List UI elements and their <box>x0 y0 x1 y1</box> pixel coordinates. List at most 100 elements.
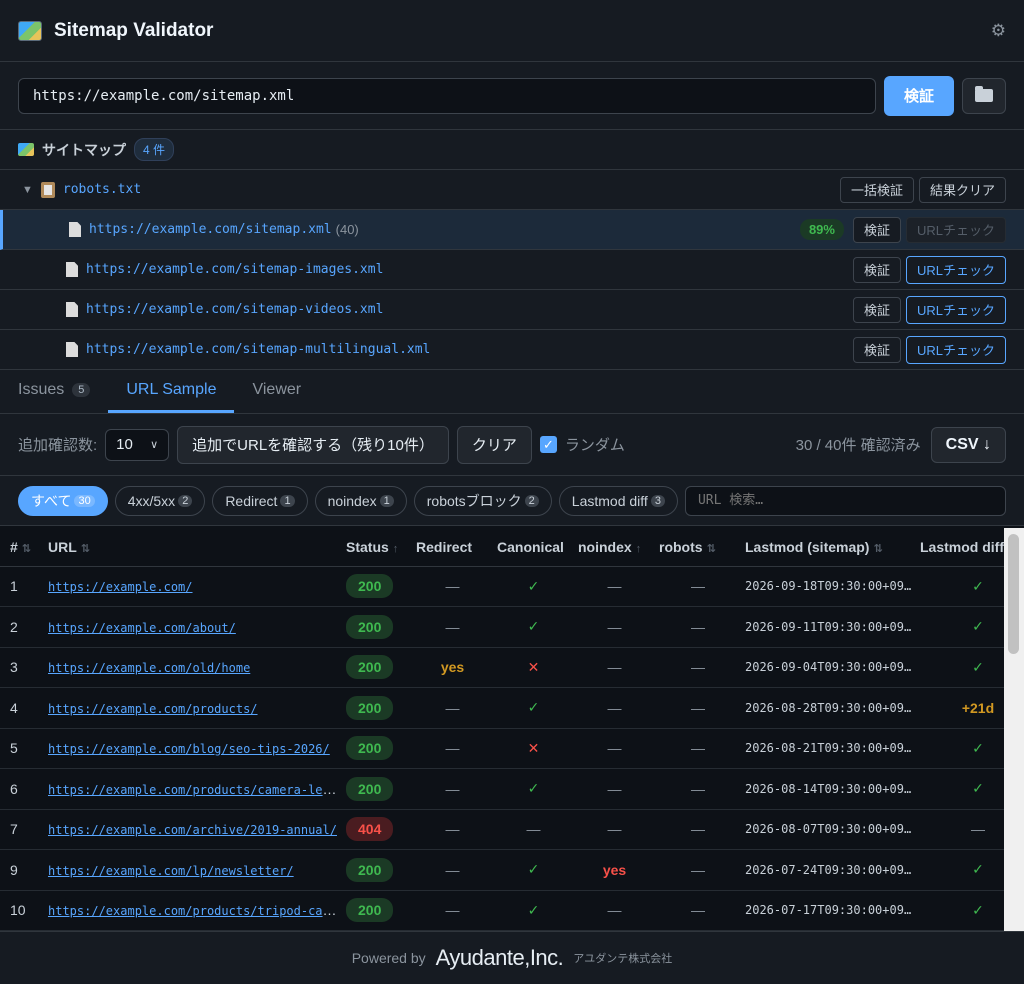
table-row[interactable]: 4 https://example.com/products/200 — ✓ — — 202… <box>0 687 1024 729</box>
filter-chip-all[interactable]: すべて 30 <box>18 485 108 516</box>
lastmod-diff-value: ✓ <box>972 901 984 918</box>
random-checkbox[interactable]: ✓ <box>539 436 557 453</box>
clear-button[interactable]: クリア <box>456 425 532 464</box>
url-cell[interactable]: https://example.com/about/ <box>44 606 342 648</box>
status-cell: 200 <box>342 849 412 891</box>
table-row[interactable]: 1 https://example.com/200 — ✓ — — 2026-09-18T0… <box>0 566 1024 607</box>
table-row[interactable]: 9 https://example.com/lp/newsletter/200 — ✓… <box>0 849 1024 891</box>
redirect-cell: — <box>412 728 493 769</box>
sitemap-item[interactable]: https://example.com/sitemap.xml (40) 89%… <box>0 210 1024 250</box>
col-header-url[interactable]: URL ⇅ <box>44 528 342 567</box>
caret-down-icon[interactable]: ▼ <box>22 184 33 196</box>
url-check-button[interactable]: URLチェック <box>905 335 1006 364</box>
lastmod-value: 2026-08-28T09:30:00+09:00 <box>745 700 916 715</box>
url-link[interactable]: https://example.com/products/ <box>48 702 258 716</box>
url-cell[interactable]: https://example.com/products/ <box>44 687 342 729</box>
tab-url-sample[interactable]: URL Sample <box>108 370 235 413</box>
chip-label: Lastmod diff <box>571 492 648 509</box>
sitemap-item[interactable]: https://example.com/sitemap-videos.xml 検… <box>0 290 1024 330</box>
url-link[interactable]: https://example.com/about/ <box>48 621 236 635</box>
sitemap-item[interactable]: https://example.com/sitemap-multilingual… <box>0 330 1024 370</box>
status-badge: 200 <box>346 898 394 923</box>
url-link[interactable]: https://example.com/archive/2019-annual/ <box>48 823 337 837</box>
robots-value: — <box>691 902 705 919</box>
sitemap-url-link[interactable]: https://example.com/sitemap-videos.xml <box>86 302 383 317</box>
url-cell[interactable]: https://example.com/products/tripod-carb… <box>44 890 342 931</box>
canonical-cell: — <box>493 809 574 850</box>
robots-value: — <box>691 740 705 757</box>
sitemap-url-link[interactable]: https://example.com/sitemap-images.xml <box>86 262 383 277</box>
url-cell[interactable]: https://example.com/ <box>44 566 342 607</box>
row-index: 2 <box>0 606 44 648</box>
url-link[interactable]: https://example.com/blog/seo-tips-2026/ <box>48 742 330 756</box>
url-cell[interactable]: https://example.com/lp/newsletter/ <box>44 849 342 891</box>
url-link[interactable]: https://example.com/products/tripod-carb… <box>48 902 342 918</box>
sitemap-url-link[interactable]: https://example.com/sitemap.xml <box>89 222 332 237</box>
tab-issues[interactable]: Issues 5 <box>18 370 108 413</box>
brand-jp-name: アユダンテ株式会社 <box>573 953 673 965</box>
filter-chip-noindex[interactable]: noindex 1 <box>314 485 407 516</box>
validate-sitemap-button[interactable]: 検証 <box>852 256 901 283</box>
filter-chip-redirect[interactable]: Redirect 1 <box>212 485 308 516</box>
sample-controls: 追加確認数: 10 ∨ 追加でURLを確認する（残り10件） クリア ✓ ランダ… <box>0 414 1024 476</box>
status-cell: 200 <box>342 647 412 688</box>
url-cell[interactable]: https://example.com/old/home <box>44 647 342 688</box>
tree-root-robots[interactable]: ▼ robots.txt 一括検証 結果クリア <box>0 170 1024 210</box>
col-header-status[interactable]: Status ↑ <box>342 528 412 567</box>
url-check-button[interactable]: URLチェック <box>905 295 1006 324</box>
table-row[interactable]: 7 https://example.com/archive/2019-annual… <box>0 809 1024 850</box>
validate-sitemap-button[interactable]: 検証 <box>852 336 901 363</box>
table-row[interactable]: 6 https://example.com/products/camera-len… <box>0 768 1024 810</box>
url-link[interactable]: https://example.com/old/home <box>48 661 250 675</box>
tab-viewer[interactable]: Viewer <box>252 370 319 413</box>
col-header-index[interactable]: # ⇅ <box>0 528 44 567</box>
url-search-input[interactable] <box>684 485 1006 516</box>
filter-chip-lastmod[interactable]: Lastmod diff 3 <box>558 485 678 516</box>
url-link[interactable]: https://example.com/ <box>48 580 193 594</box>
clear-results-button[interactable]: 結果クリア <box>918 176 1006 203</box>
sort-icon: ↑ <box>392 542 399 555</box>
url-check-button[interactable]: URLチェック <box>905 255 1006 284</box>
filter-chip-robots[interactable]: robotsブロック 2 <box>413 485 552 516</box>
filter-chip-errors[interactable]: 4xx/5xx 2 <box>114 485 206 516</box>
robots-value: — <box>691 699 705 716</box>
robots-link[interactable]: robots.txt <box>63 182 141 197</box>
table-row[interactable]: 5 https://example.com/blog/seo-tips-2026/… <box>0 728 1024 769</box>
add-check-button[interactable]: 追加でURLを確認する（残り10件） <box>177 425 449 464</box>
tab-label: Issues <box>18 381 65 398</box>
url-link[interactable]: https://example.com/products/camera-lens… <box>48 781 342 797</box>
table-scrollbar[interactable] <box>1004 528 1024 931</box>
noindex-value: — <box>607 618 622 635</box>
url-cell[interactable]: https://example.com/blog/seo-tips-2026/ <box>44 728 342 769</box>
url-check-button: URLチェック <box>905 216 1006 243</box>
sitemap-item[interactable]: https://example.com/sitemap-images.xml 検… <box>0 250 1024 290</box>
chip-count: 3 <box>650 494 665 507</box>
table-row[interactable]: 2 https://example.com/about/200 — ✓ — — 2026-0… <box>0 606 1024 648</box>
sitemap-url-link[interactable]: https://example.com/sitemap-multilingual… <box>86 342 430 357</box>
lastmod-value: 2026-07-24T09:30:00+09:00 <box>745 862 916 877</box>
url-cell[interactable]: https://example.com/archive/2019-annual/ <box>44 809 342 850</box>
col-header-noindex[interactable]: noindex ↑ <box>574 528 655 567</box>
sitemap-url-input[interactable] <box>18 77 876 114</box>
validate-sitemap-button[interactable]: 検証 <box>852 216 901 243</box>
gear-icon[interactable]: ⚙ <box>991 21 1006 41</box>
col-header-lastmod[interactable]: Lastmod (sitemap) ⇅ <box>741 528 916 567</box>
extra-count-select[interactable]: 10 ∨ <box>105 428 170 461</box>
url-link[interactable]: https://example.com/lp/newsletter/ <box>48 864 294 878</box>
brand-logo[interactable]: Ayudante,Inc. <box>436 945 564 971</box>
open-file-button[interactable] <box>962 77 1006 114</box>
col-header-redirect[interactable]: Redirect <box>412 528 493 567</box>
col-header-canonical[interactable]: Canonical <box>493 528 574 567</box>
col-header-robots[interactable]: robots ⇅ <box>655 528 741 567</box>
scroll-thumb[interactable] <box>1008 534 1019 654</box>
row-index-text: 7 <box>10 821 18 838</box>
table-row[interactable]: 3 https://example.com/old/home 200 yes ✕ — — 20… <box>0 647 1024 688</box>
bulk-validate-button[interactable]: 一括検証 <box>839 176 914 203</box>
redirect-cell: yes <box>412 647 493 688</box>
validate-button[interactable]: 検証 <box>884 75 954 116</box>
url-cell[interactable]: https://example.com/products/camera-lens… <box>44 768 342 810</box>
csv-download-button[interactable]: CSV ↓ <box>930 426 1006 463</box>
table-row[interactable]: 10 https://example.com/products/tripod-ca… <box>0 890 1024 931</box>
validate-sitemap-button[interactable]: 検証 <box>852 296 901 323</box>
canonical-value: — <box>526 821 541 838</box>
